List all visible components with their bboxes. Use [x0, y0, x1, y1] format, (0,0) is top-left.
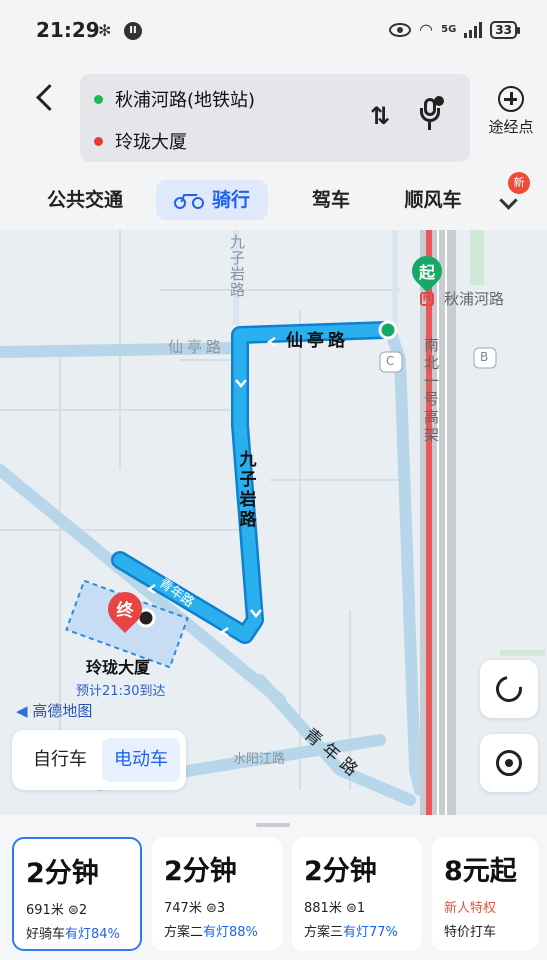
plan-tag: 好骑车有灯84% [26, 927, 120, 942]
taxi-promo: 新人特权 [444, 901, 497, 916]
plan-time: 2分钟 [26, 858, 99, 889]
vehicle-type-toggle: 自行车 电动车 [12, 730, 186, 790]
end-location: 玲珑大厦 [115, 132, 187, 153]
plan-meta: 691米 ⊜2 [26, 903, 88, 918]
tab-public-transit[interactable]: 公共交通 [40, 180, 130, 220]
plan-meta: 747米 ⊜3 [164, 901, 226, 916]
taxi-tag: 特价打车 [444, 925, 497, 940]
plan-time: 2分钟 [304, 856, 377, 887]
marker-c: C [386, 354, 395, 368]
app-notification-icon: II [124, 22, 142, 40]
wifi-icon: ◠ [419, 20, 434, 39]
tab-cycling-label: 骑行 [211, 189, 250, 211]
plus-circle-icon [498, 86, 524, 112]
start-field[interactable]: 秋浦河路(地铁站) [94, 86, 255, 112]
bicycle-option[interactable]: 自行车 [20, 738, 100, 782]
eye-icon [389, 22, 412, 37]
end-dot-icon [94, 136, 103, 146]
mode-tabs: 公共交通 骑行 驾车 顺风车 新 [0, 172, 547, 222]
start-location: 秋浦河路(地铁站) [115, 90, 256, 111]
road-label-elevated: 南北一号高架 [424, 336, 440, 444]
tab-driving[interactable]: 驾车 [306, 180, 356, 220]
plan-card-3[interactable]: 2分钟 881米 ⊜1 方案三有灯77% [292, 837, 422, 951]
waypoint-label: 途经点 [488, 118, 534, 136]
locate-button[interactable] [480, 734, 538, 792]
start-dot-icon [94, 94, 103, 104]
map-canvas [0, 230, 545, 815]
refresh-button[interactable] [480, 660, 538, 718]
road-label-shuiyangjiang: 水阳江路 [233, 752, 286, 767]
road-label-xianting-top: 仙亭路 [168, 338, 226, 356]
refresh-icon [490, 670, 528, 708]
swap-icon[interactable]: ⇅ [370, 102, 390, 130]
bicycle-icon [173, 191, 204, 209]
back-button[interactable] [30, 78, 66, 118]
more-modes-chevron-icon[interactable] [500, 192, 516, 208]
voice-input-icon[interactable] [420, 96, 444, 130]
new-badge: 新 [508, 172, 530, 194]
route-header: 秋浦河路(地铁站) 玲珑大厦 ⇅ 途经点 公共交通 骑行 驾车 顺风车 新 [0, 62, 547, 230]
tab-ride-share[interactable]: 顺风车 [398, 180, 468, 220]
eta-label: 预计21:30到达 [76, 684, 166, 699]
plan-card-2[interactable]: 2分钟 747米 ⊜3 方案二有灯88% [152, 837, 282, 951]
tab-cycling[interactable]: 骑行 [156, 180, 268, 220]
plan-meta: 881米 ⊜1 [304, 901, 366, 916]
plan-time: 2分钟 [164, 856, 237, 887]
destination-label: 玲珑大厦 [86, 658, 151, 677]
clock: 21:29 [36, 18, 100, 42]
screen: 21:29 ✻ II ◠ 5G 33 秋浦河路(地铁站) 玲珑大厦 ⇅ 途经点 … [0, 0, 547, 960]
marker-b: B [480, 350, 489, 364]
sheet-handle[interactable] [256, 823, 290, 827]
signal-icon [464, 21, 483, 38]
locate-icon [496, 750, 522, 776]
taxi-price: 8元起 [444, 856, 517, 887]
amap-logo: ◀ 高德地图 [16, 702, 93, 720]
map-view[interactable]: 九子岩路 仙亭路 水阳江路 南北一号高架 青年路 青年路 秋浦河路 仙亭路 九子… [0, 230, 547, 815]
wechat-icon: ✻ [98, 21, 112, 40]
battery-icon: 33 [490, 20, 520, 39]
start-pin: 起 [405, 249, 449, 293]
plan-tag: 方案二有灯88% [164, 925, 258, 940]
end-field[interactable]: 玲珑大厦 [94, 128, 187, 154]
status-bar: 21:29 ✻ II ◠ 5G 33 [0, 0, 547, 62]
ebike-option[interactable]: 电动车 [102, 738, 180, 782]
metro-icon: M [420, 292, 434, 306]
plan-card-1[interactable]: 2分钟 691米 ⊜2 好骑车有灯84% [12, 837, 142, 951]
end-pin: 终 [100, 584, 150, 634]
route-road-jiuziyan: 九子岩路 [239, 450, 257, 530]
route-input-box: 秋浦河路(地铁站) 玲珑大厦 ⇅ [80, 74, 470, 162]
road-label-jiuziyan-top: 九子岩路 [230, 233, 246, 299]
network-type: 5G [441, 23, 457, 35]
route-road-xianting: 仙亭路 [286, 331, 349, 351]
plan-tag: 方案三有灯77% [304, 925, 398, 940]
taxi-card[interactable]: 8元起 新人特权 特价打车 [432, 837, 538, 951]
plan-sheet: 2分钟 691米 ⊜2 好骑车有灯84% 2分钟 747米 ⊜3 方案二有灯88… [0, 815, 547, 960]
station-label: 秋浦河路 [444, 290, 505, 308]
add-waypoint-button[interactable]: 途经点 [484, 86, 538, 137]
